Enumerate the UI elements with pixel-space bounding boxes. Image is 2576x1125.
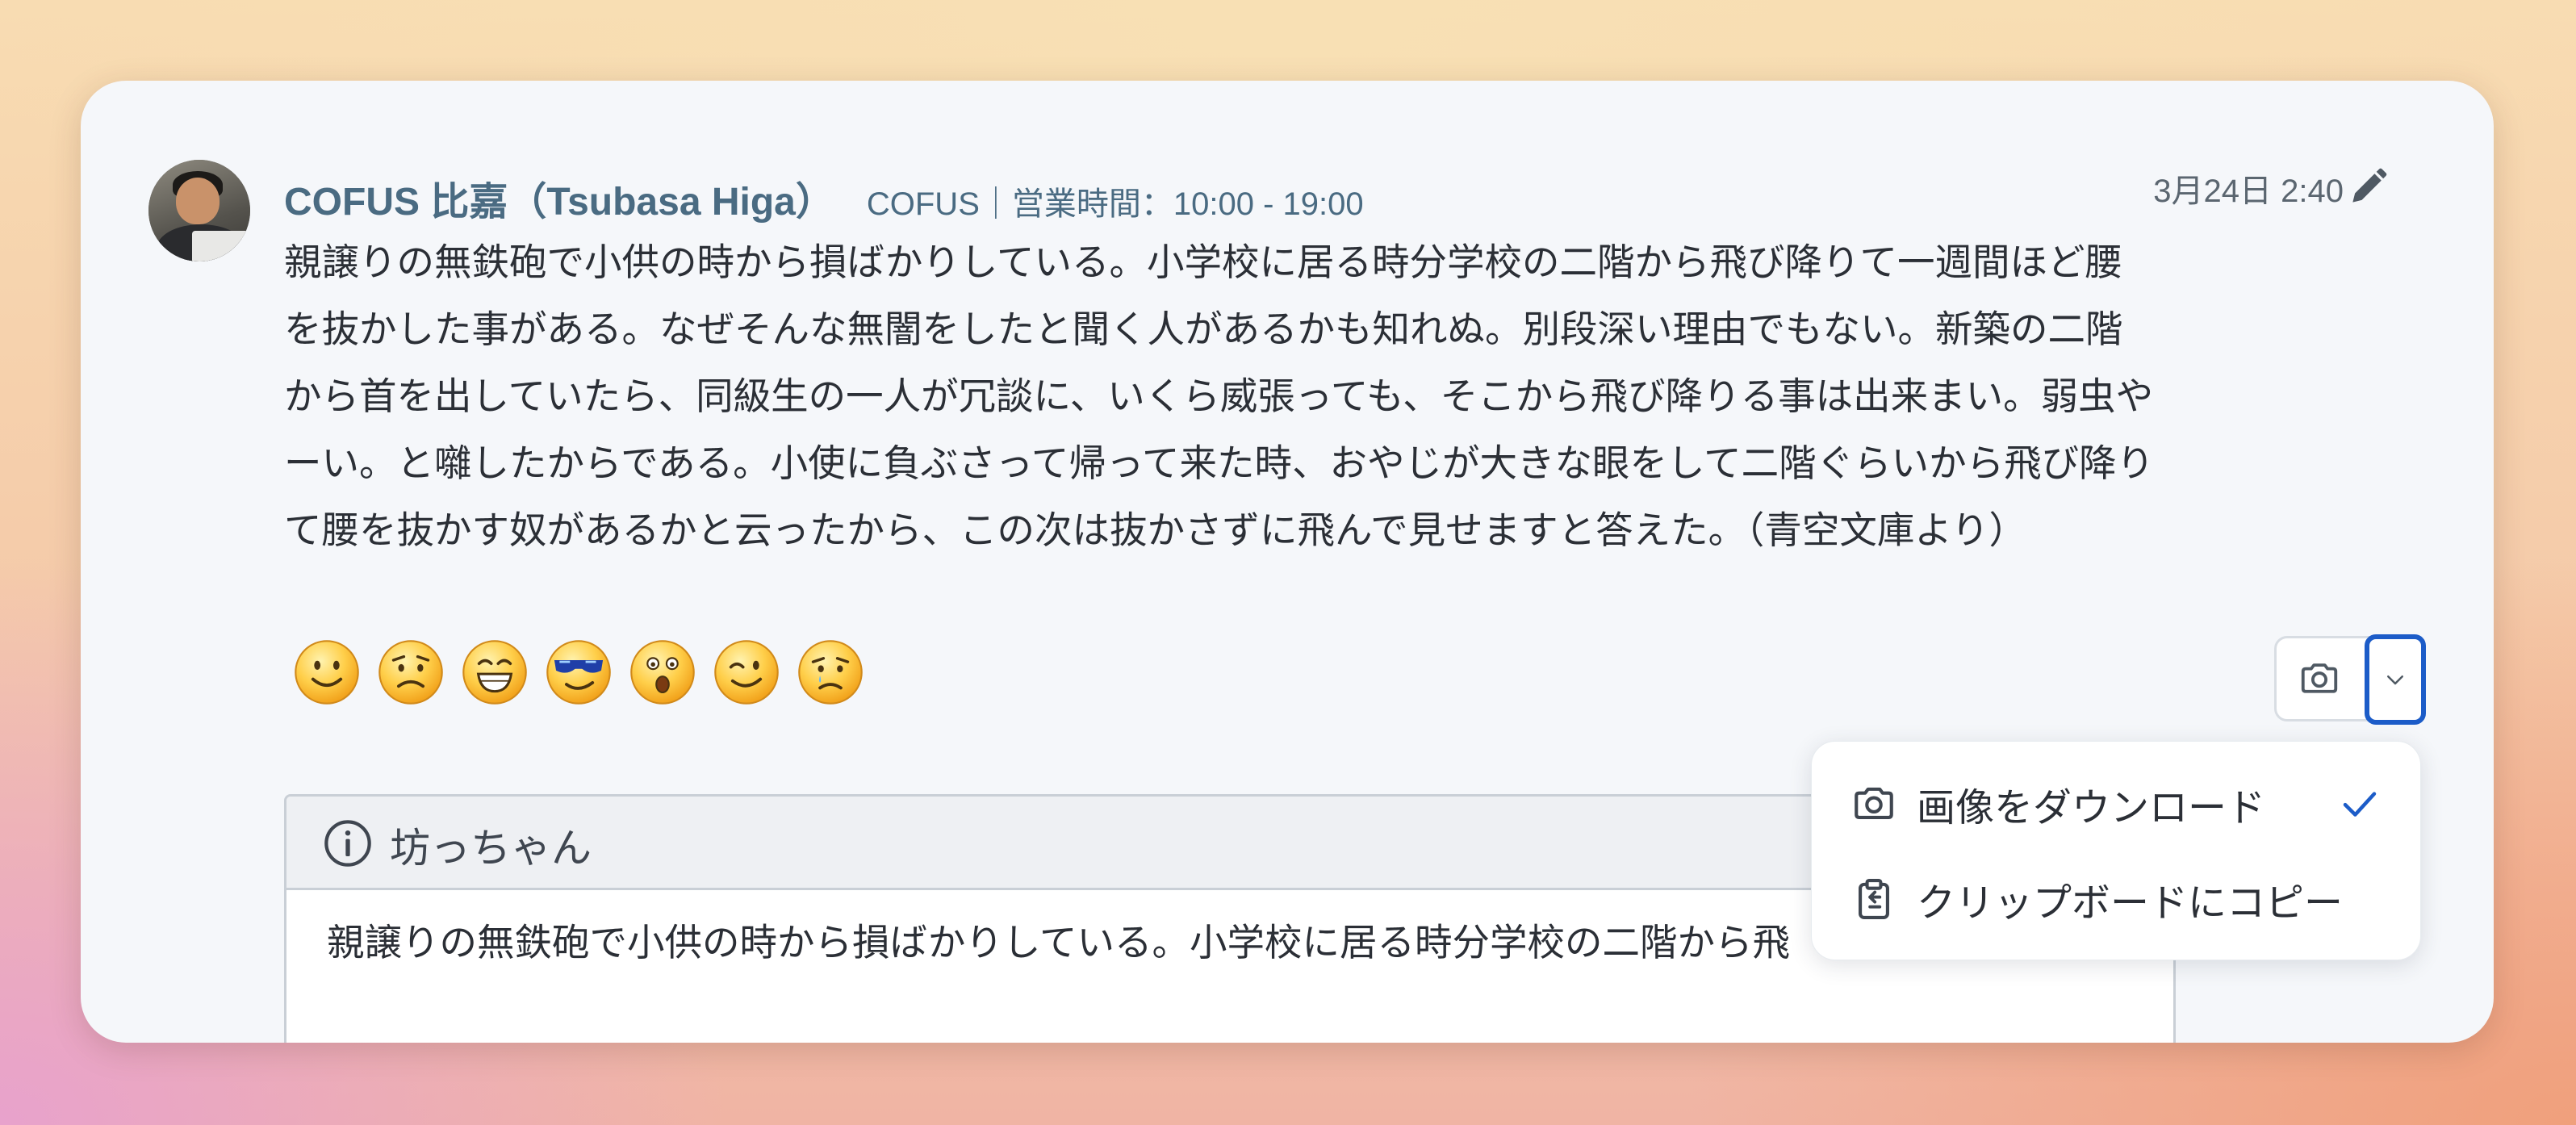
clipboard-icon (1859, 878, 1889, 920)
chevron-down-icon (2387, 675, 2403, 685)
attachment-title: 坊っちゃん (390, 825, 592, 872)
timestamp: 3月24日 2:40 (2153, 174, 2344, 209)
menu-item-copy-clipboard[interactable]: クリップボードにコピー (1812, 855, 2422, 943)
sunglasses-emoji[interactable] (544, 638, 613, 707)
menu-item-label: クリップボードにコピー (1917, 880, 2344, 926)
crying-emoji[interactable] (796, 638, 865, 707)
wink-emoji[interactable] (712, 638, 781, 707)
grin-emoji[interactable] (460, 638, 529, 707)
message-card: COFUS 比嘉（Tsubasa Higa） COFUS｜営業時間：10:00 … (81, 81, 2494, 1043)
worried-emoji[interactable] (376, 638, 445, 707)
checkmark-icon (2343, 792, 2377, 817)
avatar[interactable] (148, 160, 250, 261)
author-name[interactable]: COFUS 比嘉（Tsubasa Higa） (284, 169, 834, 226)
camera-icon (2301, 663, 2338, 693)
pencil-icon[interactable] (2345, 165, 2390, 210)
info-icon (324, 820, 371, 867)
screenshot-options-dropdown[interactable] (2365, 634, 2426, 725)
attachment-preview: 親譲りの無鉄砲で小供の時から損ばかりしている。小学校に居る時分学校の二階から飛 (327, 921, 1791, 964)
screenshot-options-menu: 画像をダウンロード クリップボードにコピー (1811, 741, 2421, 960)
screenshot-button[interactable] (2277, 638, 2362, 719)
author-line: COFUS 比嘉（Tsubasa Higa） COFUS｜営業時間：10:00 … (284, 169, 1364, 224)
emoji-row (292, 638, 865, 710)
smile-emoji[interactable] (292, 638, 362, 707)
message-text: 親譲りの無鉄砲で小供の時から損ばかりしている。小学校に居る時分学校の二階から飛び… (284, 240, 2155, 552)
surprised-emoji[interactable] (628, 638, 697, 707)
author-subtitle: COFUS｜営業時間：10:00 - 19:00 (866, 186, 1364, 222)
camera-icon (1855, 787, 1893, 819)
menu-item-label: 画像をダウンロード (1917, 785, 2266, 830)
menu-item-download-image[interactable]: 画像をダウンロード (1812, 759, 2422, 848)
